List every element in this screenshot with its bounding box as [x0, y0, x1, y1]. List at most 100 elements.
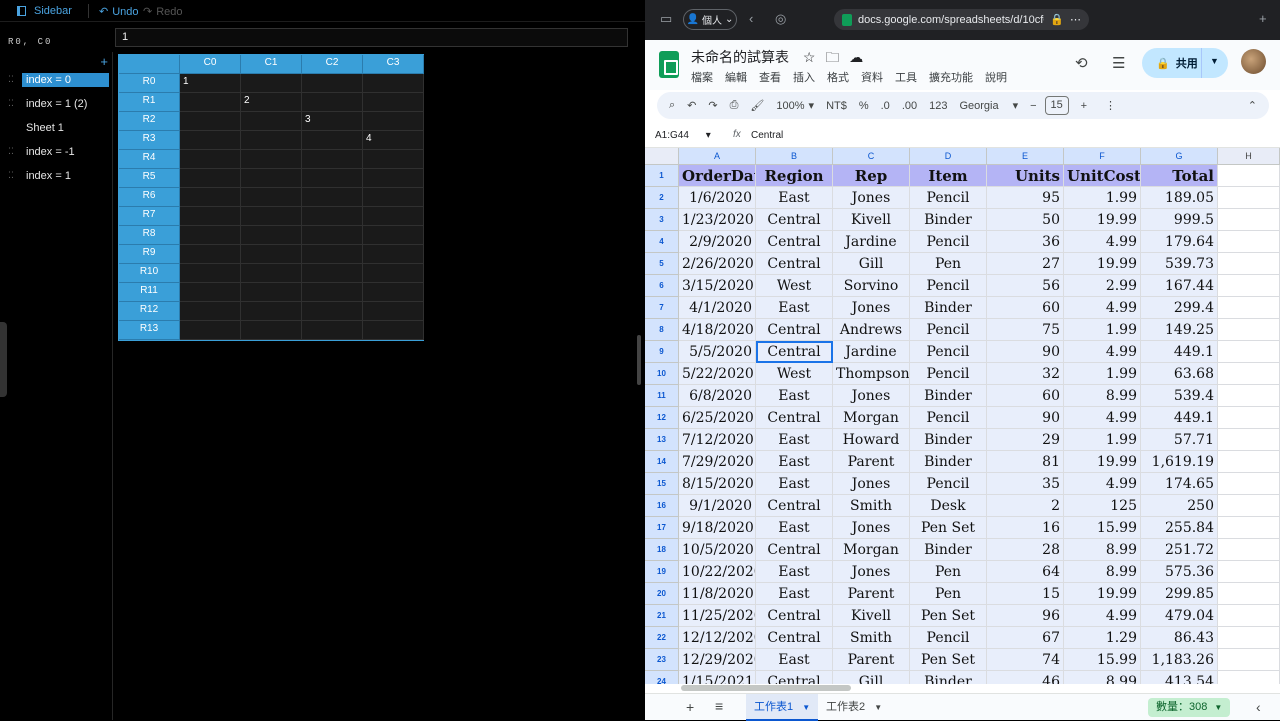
grid-cell[interactable]: [180, 207, 241, 226]
data-cell[interactable]: 1.99: [1064, 363, 1141, 385]
data-cell[interactable]: Central: [756, 671, 833, 684]
data-cell[interactable]: Pencil: [910, 275, 987, 297]
data-cell[interactable]: 4.99: [1064, 473, 1141, 495]
data-cell[interactable]: 96: [987, 605, 1064, 627]
drag-handle-icon[interactable]: ⁚⁚: [0, 98, 22, 109]
data-cell[interactable]: 12/12/2020: [679, 627, 756, 649]
data-cell[interactable]: 4.99: [1064, 407, 1141, 429]
data-cell[interactable]: 1/23/2020: [679, 209, 756, 231]
empty-cell[interactable]: [1218, 539, 1280, 561]
collapse-toolbar-icon[interactable]: ⌃: [1248, 99, 1257, 112]
grid-cell[interactable]: [241, 226, 302, 245]
row-header[interactable]: 20: [645, 583, 679, 605]
side-panel-toggle-icon[interactable]: ‹: [1256, 699, 1261, 715]
data-cell[interactable]: 67: [987, 627, 1064, 649]
data-cell[interactable]: Howard: [833, 429, 910, 451]
grid-cell[interactable]: [363, 188, 424, 207]
row-header[interactable]: 1: [645, 165, 679, 187]
sidebar-item-index-1[interactable]: ⁚⁚ index = 1: [0, 167, 113, 184]
cell-value-input[interactable]: 1: [115, 28, 628, 47]
document-title[interactable]: 未命名的試算表 ☆ 🗀 ☁: [691, 47, 863, 71]
grid-cell[interactable]: [302, 302, 363, 321]
data-cell[interactable]: 2.99: [1064, 275, 1141, 297]
menu-edit[interactable]: 編輯: [725, 69, 747, 85]
row-header[interactable]: 15: [645, 473, 679, 495]
empty-cell[interactable]: [1218, 253, 1280, 275]
data-cell[interactable]: 16: [987, 517, 1064, 539]
font-size-input[interactable]: 15: [1044, 96, 1069, 115]
data-cell[interactable]: 19.99: [1064, 583, 1141, 605]
redo-icon[interactable]: ↷: [708, 99, 717, 112]
data-cell[interactable]: 2/9/2020: [679, 231, 756, 253]
all-sheets-icon[interactable]: ≡: [715, 698, 723, 714]
data-cell[interactable]: Sorvino: [833, 275, 910, 297]
data-cell[interactable]: Jones: [833, 473, 910, 495]
data-cell[interactable]: 250: [1141, 495, 1218, 517]
grid-cell[interactable]: 2: [241, 93, 302, 112]
grid-cell[interactable]: [241, 131, 302, 150]
column-header[interactable]: B: [756, 148, 833, 165]
data-cell[interactable]: 15.99: [1064, 517, 1141, 539]
data-cell[interactable]: East: [756, 583, 833, 605]
data-cell[interactable]: 3/15/2020: [679, 275, 756, 297]
data-cell[interactable]: 149.25: [1141, 319, 1218, 341]
grid-cell[interactable]: [363, 169, 424, 188]
row-header[interactable]: 8: [645, 319, 679, 341]
row-header[interactable]: 10: [645, 363, 679, 385]
redo-button[interactable]: ↷ Redo: [143, 5, 183, 19]
sidebar-item-sheet-1[interactable]: Sheet 1: [0, 119, 113, 136]
column-header[interactable]: E: [987, 148, 1064, 165]
sidebar-item-index-1-2[interactable]: ⁚⁚ index = 1 (2): [0, 95, 113, 112]
row-header[interactable]: 9: [645, 341, 679, 363]
data-cell[interactable]: Pencil: [910, 319, 987, 341]
more-formats-button[interactable]: 123: [929, 100, 947, 112]
grid-cell[interactable]: [241, 207, 302, 226]
font-family-select[interactable]: Georgia: [959, 100, 998, 112]
data-cell[interactable]: East: [756, 561, 833, 583]
column-header[interactable]: H: [1218, 148, 1280, 165]
grid-cell[interactable]: [241, 112, 302, 131]
empty-cell[interactable]: [1218, 429, 1280, 451]
grid-cell[interactable]: [363, 264, 424, 283]
grid-cell[interactable]: [241, 245, 302, 264]
empty-cell[interactable]: [1218, 517, 1280, 539]
data-cell[interactable]: 1/6/2020: [679, 187, 756, 209]
data-cell[interactable]: Jones: [833, 561, 910, 583]
data-cell[interactable]: Pen Set: [910, 605, 987, 627]
data-cell[interactable]: 251.72: [1141, 539, 1218, 561]
grid-cell[interactable]: [363, 302, 424, 321]
data-cell[interactable]: 4/18/2020: [679, 319, 756, 341]
move-folder-icon[interactable]: 🗀: [825, 49, 839, 65]
menu-format[interactable]: 格式: [827, 69, 849, 85]
row-header[interactable]: 13: [645, 429, 679, 451]
data-cell[interactable]: 4.99: [1064, 341, 1141, 363]
grid-cell[interactable]: [363, 150, 424, 169]
paint-format-icon[interactable]: 🖌: [750, 99, 764, 112]
sidebar-panel-icon[interactable]: ▭: [660, 11, 672, 27]
data-cell[interactable]: 57.71: [1141, 429, 1218, 451]
horizontal-scrollbar[interactable]: [681, 685, 851, 691]
grid-cell[interactable]: [302, 321, 363, 340]
column-header[interactable]: A: [679, 148, 756, 165]
drag-handle-icon[interactable]: ⁚⁚: [0, 146, 22, 157]
data-cell[interactable]: Pen Set: [910, 517, 987, 539]
data-cell[interactable]: Central: [756, 605, 833, 627]
data-cell[interactable]: 12/29/2020: [679, 649, 756, 671]
data-cell[interactable]: 479.04: [1141, 605, 1218, 627]
data-cell[interactable]: West: [756, 275, 833, 297]
data-cell[interactable]: Binder: [910, 297, 987, 319]
grid-cell[interactable]: 3: [302, 112, 363, 131]
grid-cell[interactable]: [180, 188, 241, 207]
row-header[interactable]: 3: [645, 209, 679, 231]
grid-cell[interactable]: [180, 169, 241, 188]
data-cell[interactable]: 9/18/2020: [679, 517, 756, 539]
empty-cell[interactable]: [1218, 231, 1280, 253]
star-icon[interactable]: ☆: [803, 49, 816, 65]
data-cell[interactable]: 11/8/2020: [679, 583, 756, 605]
data-cell[interactable]: Smith: [833, 495, 910, 517]
print-icon[interactable]: ⎙: [730, 99, 739, 112]
data-cell[interactable]: 27: [987, 253, 1064, 275]
grid-cell[interactable]: [302, 207, 363, 226]
data-cell[interactable]: Pen: [910, 583, 987, 605]
data-cell[interactable]: 8/15/2020: [679, 473, 756, 495]
